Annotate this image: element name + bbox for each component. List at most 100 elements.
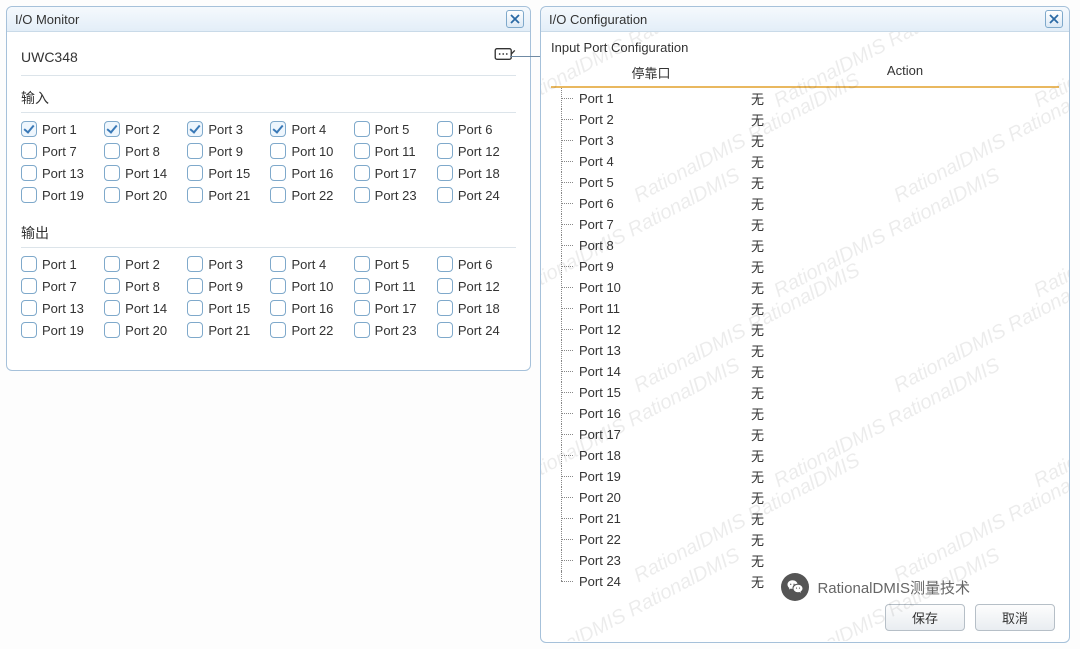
output-port-4[interactable]: Port 4 — [270, 256, 349, 272]
input-port-11[interactable]: Port 11 — [354, 143, 433, 159]
checkbox-icon[interactable] — [104, 278, 120, 294]
input-port-19[interactable]: Port 19 — [21, 187, 100, 203]
config-row[interactable]: Port 12无 — [551, 319, 1059, 340]
input-port-3[interactable]: Port 3 — [187, 121, 266, 137]
input-port-5[interactable]: Port 5 — [354, 121, 433, 137]
output-port-23[interactable]: Port 23 — [354, 322, 433, 338]
checkbox-icon[interactable] — [270, 121, 286, 137]
output-port-5[interactable]: Port 5 — [354, 256, 433, 272]
checkbox-icon[interactable] — [270, 165, 286, 181]
checkbox-icon[interactable] — [437, 256, 453, 272]
checkbox-icon[interactable] — [21, 300, 37, 316]
checkbox-icon[interactable] — [354, 256, 370, 272]
config-row[interactable]: Port 6无 — [551, 193, 1059, 214]
checkbox-icon[interactable] — [437, 121, 453, 137]
close-button[interactable] — [1045, 10, 1063, 28]
config-row[interactable]: Port 22无 — [551, 529, 1059, 550]
checkbox-icon[interactable] — [354, 300, 370, 316]
config-row[interactable]: Port 4无 — [551, 151, 1059, 172]
checkbox-icon[interactable] — [187, 165, 203, 181]
checkbox-icon[interactable] — [21, 256, 37, 272]
checkbox-icon[interactable] — [187, 300, 203, 316]
checkbox-icon[interactable] — [187, 143, 203, 159]
config-row[interactable]: Port 8无 — [551, 235, 1059, 256]
output-port-24[interactable]: Port 24 — [437, 322, 516, 338]
output-port-16[interactable]: Port 16 — [270, 300, 349, 316]
checkbox-icon[interactable] — [437, 143, 453, 159]
checkbox-icon[interactable] — [354, 143, 370, 159]
save-button[interactable]: 保存 — [885, 604, 965, 631]
output-port-3[interactable]: Port 3 — [187, 256, 266, 272]
input-port-2[interactable]: Port 2 — [104, 121, 183, 137]
checkbox-icon[interactable] — [21, 143, 37, 159]
cancel-button[interactable]: 取消 — [975, 604, 1055, 631]
config-row[interactable]: Port 19无 — [551, 466, 1059, 487]
config-row[interactable]: Port 3无 — [551, 130, 1059, 151]
output-port-15[interactable]: Port 15 — [187, 300, 266, 316]
checkbox-icon[interactable] — [187, 187, 203, 203]
checkbox-icon[interactable] — [104, 187, 120, 203]
checkbox-icon[interactable] — [354, 278, 370, 294]
config-row[interactable]: Port 10无 — [551, 277, 1059, 298]
output-port-20[interactable]: Port 20 — [104, 322, 183, 338]
input-port-8[interactable]: Port 8 — [104, 143, 183, 159]
input-port-16[interactable]: Port 16 — [270, 165, 349, 181]
checkbox-icon[interactable] — [270, 187, 286, 203]
checkbox-icon[interactable] — [437, 322, 453, 338]
close-button[interactable] — [506, 10, 524, 28]
output-port-11[interactable]: Port 11 — [354, 278, 433, 294]
input-port-20[interactable]: Port 20 — [104, 187, 183, 203]
config-row[interactable]: Port 15无 — [551, 382, 1059, 403]
checkbox-icon[interactable] — [270, 256, 286, 272]
output-port-1[interactable]: Port 1 — [21, 256, 100, 272]
output-port-2[interactable]: Port 2 — [104, 256, 183, 272]
output-port-10[interactable]: Port 10 — [270, 278, 349, 294]
checkbox-icon[interactable] — [21, 165, 37, 181]
config-row[interactable]: Port 20无 — [551, 487, 1059, 508]
config-row[interactable]: Port 1无 — [551, 88, 1059, 109]
config-row[interactable]: Port 21无 — [551, 508, 1059, 529]
input-port-23[interactable]: Port 23 — [354, 187, 433, 203]
config-row[interactable]: Port 13无 — [551, 340, 1059, 361]
config-row[interactable]: Port 14无 — [551, 361, 1059, 382]
input-port-13[interactable]: Port 13 — [21, 165, 100, 181]
checkbox-icon[interactable] — [21, 278, 37, 294]
input-port-14[interactable]: Port 14 — [104, 165, 183, 181]
col-port-header[interactable]: 停靠口 — [551, 59, 751, 86]
output-port-12[interactable]: Port 12 — [437, 278, 516, 294]
checkbox-icon[interactable] — [21, 322, 37, 338]
checkbox-icon[interactable] — [270, 278, 286, 294]
input-port-12[interactable]: Port 12 — [437, 143, 516, 159]
output-port-13[interactable]: Port 13 — [21, 300, 100, 316]
checkbox-icon[interactable] — [437, 165, 453, 181]
input-port-15[interactable]: Port 15 — [187, 165, 266, 181]
checkbox-icon[interactable] — [187, 278, 203, 294]
col-action-header[interactable]: Action — [751, 59, 1059, 86]
checkbox-icon[interactable] — [104, 121, 120, 137]
input-port-18[interactable]: Port 18 — [437, 165, 516, 181]
output-port-19[interactable]: Port 19 — [21, 322, 100, 338]
output-port-22[interactable]: Port 22 — [270, 322, 349, 338]
output-port-8[interactable]: Port 8 — [104, 278, 183, 294]
output-port-6[interactable]: Port 6 — [437, 256, 516, 272]
input-port-24[interactable]: Port 24 — [437, 187, 516, 203]
input-port-17[interactable]: Port 17 — [354, 165, 433, 181]
checkbox-icon[interactable] — [187, 256, 203, 272]
checkbox-icon[interactable] — [354, 121, 370, 137]
config-row[interactable]: Port 2无 — [551, 109, 1059, 130]
checkbox-icon[interactable] — [437, 278, 453, 294]
checkbox-icon[interactable] — [354, 187, 370, 203]
checkbox-icon[interactable] — [104, 300, 120, 316]
config-row[interactable]: Port 5无 — [551, 172, 1059, 193]
checkbox-icon[interactable] — [104, 143, 120, 159]
output-port-9[interactable]: Port 9 — [187, 278, 266, 294]
config-row[interactable]: Port 23无 — [551, 550, 1059, 571]
input-port-10[interactable]: Port 10 — [270, 143, 349, 159]
input-port-9[interactable]: Port 9 — [187, 143, 266, 159]
checkbox-icon[interactable] — [437, 300, 453, 316]
config-row[interactable]: Port 18无 — [551, 445, 1059, 466]
output-port-7[interactable]: Port 7 — [21, 278, 100, 294]
checkbox-icon[interactable] — [21, 187, 37, 203]
checkbox-icon[interactable] — [270, 322, 286, 338]
checkbox-icon[interactable] — [104, 165, 120, 181]
